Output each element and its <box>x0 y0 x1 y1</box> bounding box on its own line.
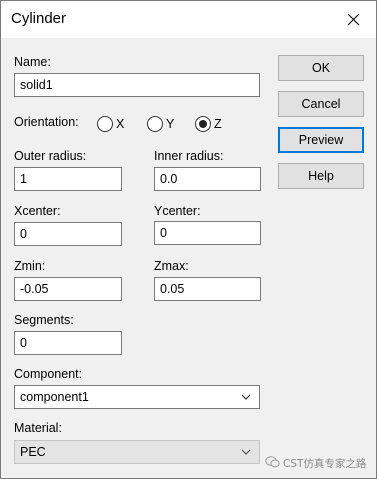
component-select-value: component1 <box>20 390 89 404</box>
cancel-button[interactable]: Cancel <box>278 91 364 117</box>
outer-radius-label: Outer radius: <box>14 149 87 163</box>
orientation-y-radio[interactable] <box>147 116 163 132</box>
segments-input[interactable] <box>14 331 122 355</box>
component-select[interactable]: component1 <box>14 385 260 409</box>
close-button[interactable] <box>330 1 376 38</box>
ok-button[interactable]: OK <box>278 55 364 81</box>
orientation-y-label: Y <box>166 117 175 131</box>
orientation-x-radio[interactable] <box>97 116 113 132</box>
ycenter-label: Ycenter: <box>154 204 201 218</box>
help-button[interactable]: Help <box>278 163 364 189</box>
material-label: Material: <box>14 421 62 435</box>
component-label: Component: <box>14 367 83 381</box>
material-select-value: PEC <box>20 445 46 459</box>
orientation-z-radio[interactable] <box>195 116 211 132</box>
ycenter-input[interactable] <box>154 221 261 245</box>
zmin-label: Zmin: <box>14 259 46 273</box>
zmax-input[interactable] <box>154 277 261 301</box>
name-label: Name: <box>14 55 51 69</box>
outer-radius-input[interactable] <box>14 167 122 191</box>
xcenter-label: Xcenter: <box>14 204 61 218</box>
inner-radius-input[interactable] <box>154 167 261 191</box>
inner-radius-label: Inner radius: <box>154 149 224 163</box>
cylinder-dialog: Cylinder Name: Orientation: X Y Z Outer … <box>0 0 377 479</box>
chevron-down-icon <box>241 394 251 400</box>
title-bar: Cylinder <box>1 1 376 38</box>
orientation-z-label: Z <box>214 117 222 131</box>
close-icon <box>347 13 359 26</box>
name-input[interactable] <box>14 73 260 97</box>
preview-button[interactable]: Preview <box>278 127 364 153</box>
wechat-icon <box>265 456 280 468</box>
orientation-label: Orientation: <box>14 115 79 129</box>
watermark-text: CST仿真专家之路 <box>283 458 367 470</box>
orientation-x-label: X <box>116 117 125 131</box>
zmax-label: Zmax: <box>154 259 189 273</box>
xcenter-input[interactable] <box>14 222 122 246</box>
zmin-input[interactable] <box>14 277 122 301</box>
material-select[interactable]: PEC <box>14 440 260 464</box>
segments-label: Segments: <box>14 313 74 327</box>
window-title: Cylinder <box>11 10 67 27</box>
chevron-down-icon <box>241 449 251 455</box>
